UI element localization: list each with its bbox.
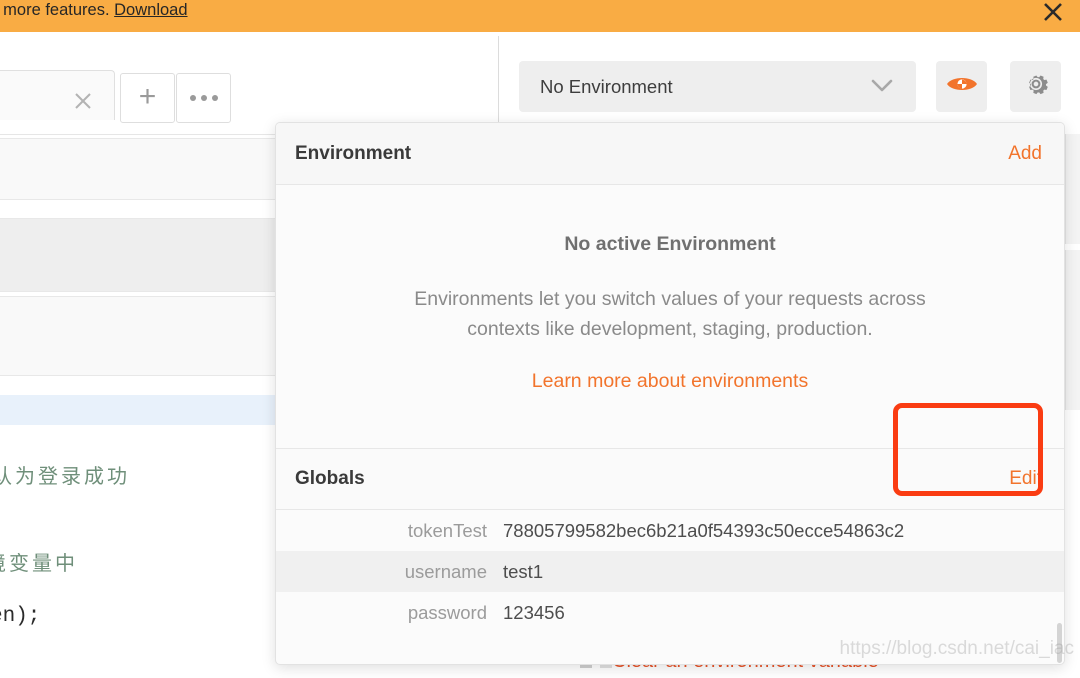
globals-section-header: Globals Edit bbox=[276, 448, 1064, 510]
environment-selector[interactable]: No Environment bbox=[519, 61, 916, 112]
table-row[interactable]: password 123456 bbox=[276, 592, 1064, 633]
eye-icon bbox=[946, 73, 978, 100]
globals-variables-table: tokenTest 78805799582bec6b21a0f54393c50e… bbox=[276, 510, 1064, 633]
variable-key: username bbox=[404, 560, 487, 582]
globals-title: Globals bbox=[295, 468, 365, 489]
background-content-row bbox=[0, 218, 278, 292]
variable-key: tokenTest bbox=[407, 519, 487, 541]
environment-settings-button[interactable] bbox=[1010, 61, 1061, 112]
download-link[interactable]: Download bbox=[114, 1, 187, 19]
ellipsis-icon bbox=[189, 95, 218, 101]
background-content-row bbox=[0, 138, 278, 200]
request-tab[interactable] bbox=[0, 70, 115, 120]
edit-globals-button[interactable]: Edit bbox=[1009, 468, 1042, 490]
variable-key: password bbox=[407, 601, 487, 623]
new-tab-button[interactable]: + bbox=[120, 73, 175, 123]
learn-more-about-environments-link[interactable]: Learn more about environments bbox=[532, 370, 808, 393]
banner-message-text: t more features. bbox=[0, 1, 115, 19]
empty-state-headline: No active Environment bbox=[564, 233, 776, 255]
variable-value: test1 bbox=[503, 560, 544, 582]
add-environment-button[interactable]: Add bbox=[1008, 143, 1042, 165]
banner-message: t more features. Download bbox=[0, 1, 188, 20]
table-row[interactable]: username test1 bbox=[276, 551, 1064, 592]
chevron-down-icon bbox=[868, 75, 896, 102]
environment-quick-look-button[interactable] bbox=[936, 61, 987, 112]
empty-state-body-line: contexts like development, staging, prod… bbox=[467, 318, 873, 340]
no-active-environment-state: No active Environment Environments let y… bbox=[276, 185, 1064, 433]
popup-scrollbar[interactable] bbox=[1057, 623, 1062, 663]
tab-options-button[interactable] bbox=[176, 73, 231, 123]
background-selected-row bbox=[0, 395, 278, 425]
close-icon[interactable] bbox=[70, 88, 96, 114]
environment-popup: Environment Add No active Environment En… bbox=[275, 122, 1065, 665]
background-content-row bbox=[0, 296, 278, 376]
right-panel-edge bbox=[1065, 134, 1080, 244]
update-banner: t more features. Download bbox=[0, 0, 1080, 32]
code-line: en); bbox=[0, 605, 41, 628]
gear-icon bbox=[1022, 70, 1050, 103]
close-icon[interactable] bbox=[1040, 0, 1066, 26]
code-comment-line: 认为登录成功 bbox=[0, 467, 130, 490]
environment-popup-header: Environment Add bbox=[276, 123, 1064, 185]
variable-value: 78805799582bec6b21a0f54393c50ecce54863c2 bbox=[503, 519, 905, 541]
right-panel-edge bbox=[1065, 250, 1080, 410]
table-row[interactable]: tokenTest 78805799582bec6b21a0f54393c50e… bbox=[276, 510, 1064, 551]
code-comment-line: 境变量中 bbox=[0, 554, 78, 577]
variable-value: 123456 bbox=[503, 601, 565, 623]
empty-state-body-line: Environments let you switch values of yo… bbox=[414, 288, 926, 310]
popup-title: Environment bbox=[295, 142, 412, 164]
plus-icon: + bbox=[138, 79, 157, 113]
environment-selector-value: No Environment bbox=[540, 75, 673, 97]
